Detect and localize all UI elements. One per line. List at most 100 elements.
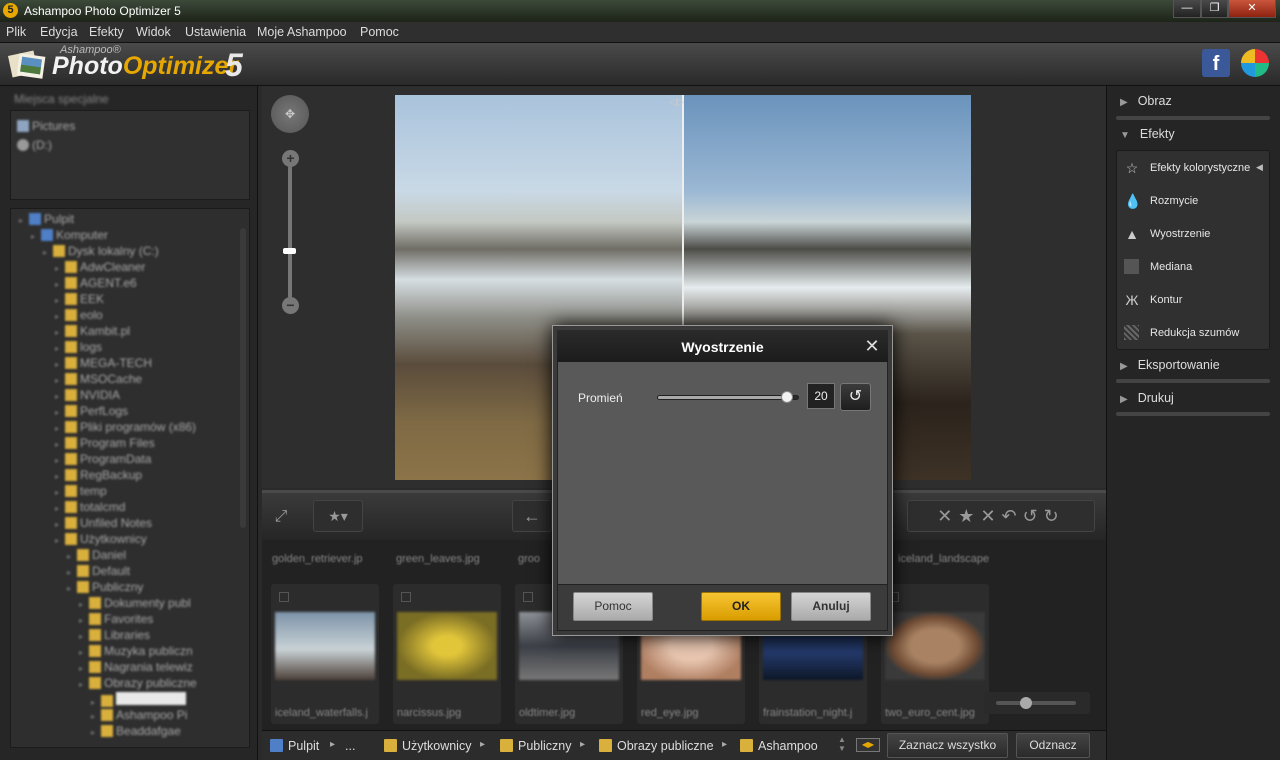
effect-kontur[interactable]: Ж Kontur [1124,286,1264,314]
tree-item[interactable]: ▸ temp [55,484,107,498]
tree-item[interactable]: ▸ AGENT.e6 [55,276,137,290]
places-item-pictures[interactable]: Pictures [17,119,75,133]
minimize-button[interactable]: — [1173,0,1201,18]
chevron-right-icon[interactable]: ▸ [67,552,71,561]
zoom-out-button[interactable]: − [282,297,299,314]
chevron-right-icon[interactable]: ▸ [55,392,59,401]
chevron-right-icon[interactable]: ▸ [55,488,59,497]
chevron-right-icon[interactable]: ▸ [31,232,35,241]
effect-rozmycie[interactable]: 💧 Rozmycie [1124,187,1264,215]
tree-item[interactable]: ▸ Libraries [79,628,150,642]
ashampoo-globe-icon[interactable] [1241,49,1269,77]
chevron-right-icon[interactable]: ▸ [55,280,59,289]
deselect-button[interactable]: Odznacz [1016,733,1090,758]
tree-item[interactable]: ▸ Unfiled Notes [55,516,152,530]
scroll-arrows-icon[interactable]: ▲ ▼ [838,735,846,753]
tree-item[interactable]: ▸ Favorites [79,612,153,626]
section-efekty[interactable]: ▼ Efekty [1120,127,1175,141]
tree-item[interactable]: ▸ Użytkownicy [55,532,147,546]
menu-moje-ashampoo[interactable]: Moje Ashampoo [257,25,347,39]
tree-item[interactable]: ▸ Dysk lokalny (C:) [43,244,159,258]
tree-item[interactable]: ▸ Beaddafgae [91,724,181,738]
chevron-right-icon[interactable]: ▸ [55,520,59,529]
select-all-button[interactable]: Zaznacz wszystko [887,733,1008,758]
tree-item[interactable]: ▸ Pulpit [19,212,74,226]
tree-item[interactable]: ▸ Daniel [67,548,126,562]
pan-navigator-icon[interactable]: ✥ [271,95,309,133]
tree-item[interactable]: ▸ Ashampoo Pi [91,708,187,722]
chevron-right-icon[interactable]: ▸ [55,376,59,385]
effect-redukcja-szumow[interactable]: Redukcja szumów [1124,319,1264,347]
chevron-right-icon[interactable]: ▸ [79,664,83,673]
tree-item[interactable]: ▸ Nagrania telewiz [79,660,193,674]
reset-icon[interactable]: ↺ [840,383,871,411]
chevron-right-icon[interactable]: ▸ [67,584,71,593]
ok-button[interactable]: OK [701,592,781,621]
chevron-right-icon[interactable]: ▸ [79,616,83,625]
close-icon[interactable]: ✕ [863,337,881,355]
tree-item[interactable]: ▸ Obrazy publiczne [79,676,197,690]
tree-item[interactable]: ▸ [91,692,187,708]
tree-item[interactable]: ▸ logs [55,340,102,354]
chevron-right-icon[interactable]: ▸ [91,728,95,737]
menu-efekty[interactable]: Efekty [89,25,124,39]
tree-item[interactable]: ▸ Default [67,564,130,578]
tree-item[interactable]: ▸ Muzyka publiczn [79,644,193,658]
tree-item[interactable]: ▸ Kambit.pl [55,324,130,338]
breadcrumb-ellipsis[interactable]: ... [345,739,355,753]
chevron-right-icon[interactable]: ▸ [91,712,95,721]
section-eksportowanie[interactable]: ▶ Eksportowanie [1120,358,1220,372]
tree-item[interactable]: ▸ totalcmd [55,500,125,514]
close-window-button[interactable]: ✕ [1228,0,1276,18]
effect-efekty-kolorystyczne[interactable]: ☆ Efekty kolorystyczne ◀ [1124,154,1264,182]
favorite-filter-button[interactable]: ★▾ [313,500,363,532]
tree-item[interactable]: ▸ AdwCleaner [55,260,145,274]
thumbnail-card[interactable]: iceland_waterfalls.j [271,584,379,724]
chevron-right-icon[interactable]: ▸ [55,408,59,417]
radius-slider[interactable] [657,395,799,400]
tree-item[interactable]: ▸ MEGA-TECH [55,356,152,370]
thumbnail-checkbox[interactable] [279,592,289,602]
tree-item[interactable]: ▸ eolo [55,308,103,322]
tree-item[interactable]: ▸ PerfLogs [55,404,128,418]
zoom-slider[interactable] [288,166,292,298]
chevron-right-icon[interactable]: ▸ [79,680,83,689]
tree-item[interactable]: ▸ NVIDIA [55,388,120,402]
menu-plik[interactable]: Plik [6,25,26,39]
chevron-right-icon[interactable]: ▸ [55,296,59,305]
tree-item[interactable]: ▸ Komputer [31,228,108,242]
help-button[interactable]: Pomoc [573,592,653,621]
places-item-drive[interactable]: (D:) [17,138,52,152]
chevron-right-icon[interactable]: ▸ [55,312,59,321]
chevron-right-icon[interactable]: ▸ [67,568,71,577]
chevron-right-icon[interactable]: ▸ [55,472,59,481]
chevron-right-icon[interactable]: ▸ [55,264,59,273]
rotate-tools-group[interactable]: ✕★✕↶↺↻ [907,500,1095,532]
chevron-right-icon[interactable]: ▸ [79,600,83,609]
thumbnail-checkbox[interactable] [523,592,533,602]
back-arrow-icon[interactable]: ← [512,500,552,532]
chevron-right-icon[interactable]: ▸ [55,360,59,369]
chevron-right-icon[interactable]: ▸ [79,632,83,641]
facebook-icon[interactable]: f [1202,49,1230,77]
tree-item[interactable]: ▸ Dokumenty publ [79,596,191,610]
chevron-right-icon[interactable]: ▸ [55,456,59,465]
chevron-right-icon[interactable]: ▸ [55,536,59,545]
thumbnail-card[interactable]: two_euro_cent.jpg [881,584,989,724]
zoom-slider-thumb[interactable] [283,248,296,254]
tree-item[interactable]: ▸ ProgramData [55,452,151,466]
effect-mediana[interactable]: Mediana [1124,253,1264,281]
nav-prev-next-icon[interactable]: ◀▶ [856,738,880,752]
chevron-right-icon[interactable]: ▸ [19,216,23,225]
tree-item[interactable]: ▸ Publiczny [67,580,143,594]
menu-edycja[interactable]: Edycja [40,25,78,39]
cancel-button[interactable]: Anuluj [791,592,871,621]
chevron-right-icon[interactable]: ▸ [55,328,59,337]
breadcrumb-pulpit[interactable]: Pulpit [270,739,319,753]
breadcrumb-ashampoo[interactable]: Ashampoo [740,739,818,753]
effect-wyostrzenie[interactable]: ▲ Wyostrzenie [1124,220,1264,248]
breadcrumb-publiczny[interactable]: Publiczny [500,739,572,753]
chevron-right-icon[interactable]: ▸ [55,424,59,433]
section-obraz[interactable]: ▶ Obraz [1120,94,1172,108]
thumbnail-size-thumb[interactable] [1020,697,1032,709]
